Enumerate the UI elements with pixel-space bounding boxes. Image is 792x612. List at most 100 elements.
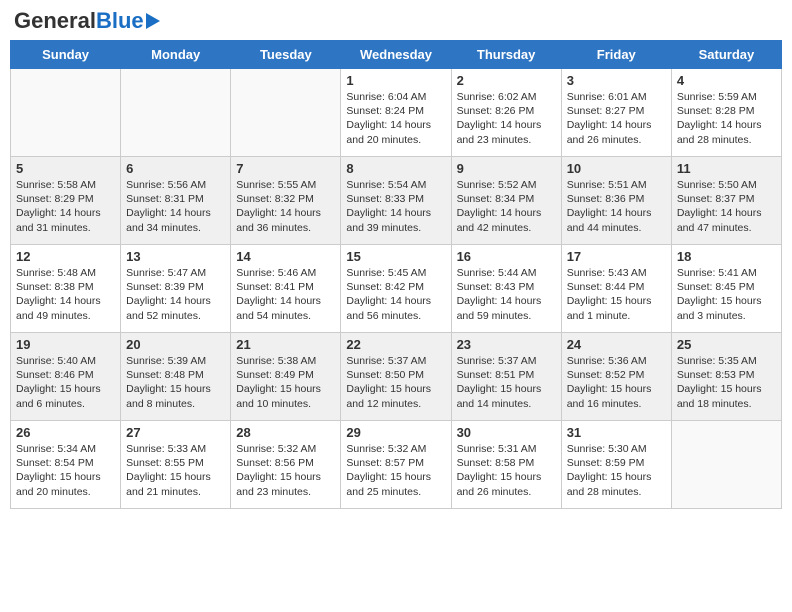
calendar-header-row: SundayMondayTuesdayWednesdayThursdayFrid… — [11, 41, 782, 69]
day-header-thursday: Thursday — [451, 41, 561, 69]
day-number: 19 — [16, 337, 115, 352]
day-number: 30 — [457, 425, 556, 440]
day-details: Sunrise: 5:58 AM Sunset: 8:29 PM Dayligh… — [16, 178, 115, 235]
day-header-sunday: Sunday — [11, 41, 121, 69]
calendar-week-3: 12 Sunrise: 5:48 AM Sunset: 8:38 PM Dayli… — [11, 245, 782, 333]
day-details: Sunrise: 5:56 AM Sunset: 8:31 PM Dayligh… — [126, 178, 225, 235]
day-number: 6 — [126, 161, 225, 176]
calendar-cell: 22 Sunrise: 5:37 AM Sunset: 8:50 PM Dayli… — [341, 333, 451, 421]
calendar-cell: 24 Sunrise: 5:36 AM Sunset: 8:52 PM Dayli… — [561, 333, 671, 421]
day-header-saturday: Saturday — [671, 41, 781, 69]
calendar-cell: 29 Sunrise: 5:32 AM Sunset: 8:57 PM Dayli… — [341, 421, 451, 509]
day-details: Sunrise: 5:35 AM Sunset: 8:53 PM Dayligh… — [677, 354, 776, 411]
day-details: Sunrise: 5:38 AM Sunset: 8:49 PM Dayligh… — [236, 354, 335, 411]
calendar-cell: 28Sunrise: 5:32 AM Sunset: 8:56 PM Dayli… — [231, 421, 341, 509]
day-details: Sunrise: 5:30 AM Sunset: 8:59 PM Dayligh… — [567, 442, 666, 499]
day-details: Sunrise: 5:48 AM Sunset: 8:38 PM Dayligh… — [16, 266, 115, 323]
calendar-body: 1 Sunrise: 6:04 AM Sunset: 8:24 PM Daylig… — [11, 69, 782, 509]
day-number: 27 — [126, 425, 225, 440]
calendar-cell: 5Sunrise: 5:58 AM Sunset: 8:29 PM Daylig… — [11, 157, 121, 245]
day-number: 4 — [677, 73, 776, 88]
day-number: 12 — [16, 249, 115, 264]
day-number: 10 — [567, 161, 666, 176]
day-header-monday: Monday — [121, 41, 231, 69]
day-details: Sunrise: 5:36 AM Sunset: 8:52 PM Dayligh… — [567, 354, 666, 411]
calendar-cell — [11, 69, 121, 157]
calendar-cell: 3Sunrise: 6:01 AM Sunset: 8:27 PM Daylig… — [561, 69, 671, 157]
day-number: 8 — [346, 161, 445, 176]
day-number: 14 — [236, 249, 335, 264]
day-number: 17 — [567, 249, 666, 264]
day-number: 3 — [567, 73, 666, 88]
day-number: 25 — [677, 337, 776, 352]
day-number: 15 — [346, 249, 445, 264]
day-details: Sunrise: 5:39 AM Sunset: 8:48 PM Dayligh… — [126, 354, 225, 411]
day-number: 2 — [457, 73, 556, 88]
calendar-cell: 30 Sunrise: 5:31 AM Sunset: 8:58 PM Dayli… — [451, 421, 561, 509]
calendar-cell: 10 Sunrise: 5:51 AM Sunset: 8:36 PM Dayli… — [561, 157, 671, 245]
day-header-tuesday: Tuesday — [231, 41, 341, 69]
day-details: Sunrise: 5:46 AM Sunset: 8:41 PM Dayligh… — [236, 266, 335, 323]
logo-text: GeneralBlue — [14, 10, 144, 32]
day-number: 13 — [126, 249, 225, 264]
day-number: 9 — [457, 161, 556, 176]
calendar-cell: 15 Sunrise: 5:45 AM Sunset: 8:42 PM Dayli… — [341, 245, 451, 333]
day-details: Sunrise: 5:43 AM Sunset: 8:44 PM Dayligh… — [567, 266, 666, 323]
calendar-cell — [121, 69, 231, 157]
calendar-cell: 13 Sunrise: 5:47 AM Sunset: 8:39 PM Dayli… — [121, 245, 231, 333]
day-details: Sunrise: 5:51 AM Sunset: 8:36 PM Dayligh… — [567, 178, 666, 235]
calendar-cell: 12 Sunrise: 5:48 AM Sunset: 8:38 PM Dayli… — [11, 245, 121, 333]
day-details: Sunrise: 5:47 AM Sunset: 8:39 PM Dayligh… — [126, 266, 225, 323]
calendar-cell: 25 Sunrise: 5:35 AM Sunset: 8:53 PM Dayli… — [671, 333, 781, 421]
logo-general: General — [14, 8, 96, 33]
calendar-cell: 7Sunrise: 5:55 AM Sunset: 8:32 PM Daylig… — [231, 157, 341, 245]
calendar-cell: 6 Sunrise: 5:56 AM Sunset: 8:31 PM Daylig… — [121, 157, 231, 245]
day-header-friday: Friday — [561, 41, 671, 69]
logo-blue-text: Blue — [96, 8, 144, 33]
day-number: 22 — [346, 337, 445, 352]
day-number: 16 — [457, 249, 556, 264]
day-number: 1 — [346, 73, 445, 88]
logo: GeneralBlue — [14, 10, 160, 32]
day-number: 29 — [346, 425, 445, 440]
day-details: Sunrise: 5:37 AM Sunset: 8:50 PM Dayligh… — [346, 354, 445, 411]
calendar-week-2: 5Sunrise: 5:58 AM Sunset: 8:29 PM Daylig… — [11, 157, 782, 245]
calendar-cell: 21 Sunrise: 5:38 AM Sunset: 8:49 PM Dayli… — [231, 333, 341, 421]
calendar-cell: 26Sunrise: 5:34 AM Sunset: 8:54 PM Dayli… — [11, 421, 121, 509]
calendar-cell: 27Sunrise: 5:33 AM Sunset: 8:55 PM Dayli… — [121, 421, 231, 509]
day-details: Sunrise: 6:02 AM Sunset: 8:26 PM Dayligh… — [457, 90, 556, 147]
calendar-cell: 23 Sunrise: 5:37 AM Sunset: 8:51 PM Dayli… — [451, 333, 561, 421]
day-details: Sunrise: 6:04 AM Sunset: 8:24 PM Dayligh… — [346, 90, 445, 147]
day-details: Sunrise: 5:40 AM Sunset: 8:46 PM Dayligh… — [16, 354, 115, 411]
day-number: 23 — [457, 337, 556, 352]
day-details: Sunrise: 5:37 AM Sunset: 8:51 PM Dayligh… — [457, 354, 556, 411]
calendar-cell: 1 Sunrise: 6:04 AM Sunset: 8:24 PM Daylig… — [341, 69, 451, 157]
day-details: Sunrise: 5:59 AM Sunset: 8:28 PM Dayligh… — [677, 90, 776, 147]
day-header-wednesday: Wednesday — [341, 41, 451, 69]
day-number: 24 — [567, 337, 666, 352]
calendar-cell: 9 Sunrise: 5:52 AM Sunset: 8:34 PM Daylig… — [451, 157, 561, 245]
day-number: 20 — [126, 337, 225, 352]
calendar-cell: 18 Sunrise: 5:41 AM Sunset: 8:45 PM Dayli… — [671, 245, 781, 333]
day-details: Sunrise: 5:45 AM Sunset: 8:42 PM Dayligh… — [346, 266, 445, 323]
day-details: Sunrise: 5:55 AM Sunset: 8:32 PM Dayligh… — [236, 178, 335, 235]
day-number: 18 — [677, 249, 776, 264]
day-number: 11 — [677, 161, 776, 176]
calendar-cell: 19 Sunrise: 5:40 AM Sunset: 8:46 PM Dayli… — [11, 333, 121, 421]
calendar-cell: 4 Sunrise: 5:59 AM Sunset: 8:28 PM Daylig… — [671, 69, 781, 157]
page-header: GeneralBlue — [10, 10, 782, 32]
day-details: Sunrise: 5:31 AM Sunset: 8:58 PM Dayligh… — [457, 442, 556, 499]
calendar-cell — [231, 69, 341, 157]
day-number: 21 — [236, 337, 335, 352]
day-details: Sunrise: 5:52 AM Sunset: 8:34 PM Dayligh… — [457, 178, 556, 235]
calendar-cell: 20 Sunrise: 5:39 AM Sunset: 8:48 PM Dayli… — [121, 333, 231, 421]
day-details: Sunrise: 5:34 AM Sunset: 8:54 PM Dayligh… — [16, 442, 115, 499]
calendar-week-4: 19 Sunrise: 5:40 AM Sunset: 8:46 PM Dayli… — [11, 333, 782, 421]
calendar-cell: 17 Sunrise: 5:43 AM Sunset: 8:44 PM Dayli… — [561, 245, 671, 333]
day-details: Sunrise: 5:50 AM Sunset: 8:37 PM Dayligh… — [677, 178, 776, 235]
day-details: Sunrise: 5:32 AM Sunset: 8:56 PM Dayligh… — [236, 442, 335, 499]
day-details: Sunrise: 5:41 AM Sunset: 8:45 PM Dayligh… — [677, 266, 776, 323]
day-details: Sunrise: 5:32 AM Sunset: 8:57 PM Dayligh… — [346, 442, 445, 499]
day-details: Sunrise: 5:44 AM Sunset: 8:43 PM Dayligh… — [457, 266, 556, 323]
calendar-cell: 8Sunrise: 5:54 AM Sunset: 8:33 PM Daylig… — [341, 157, 451, 245]
